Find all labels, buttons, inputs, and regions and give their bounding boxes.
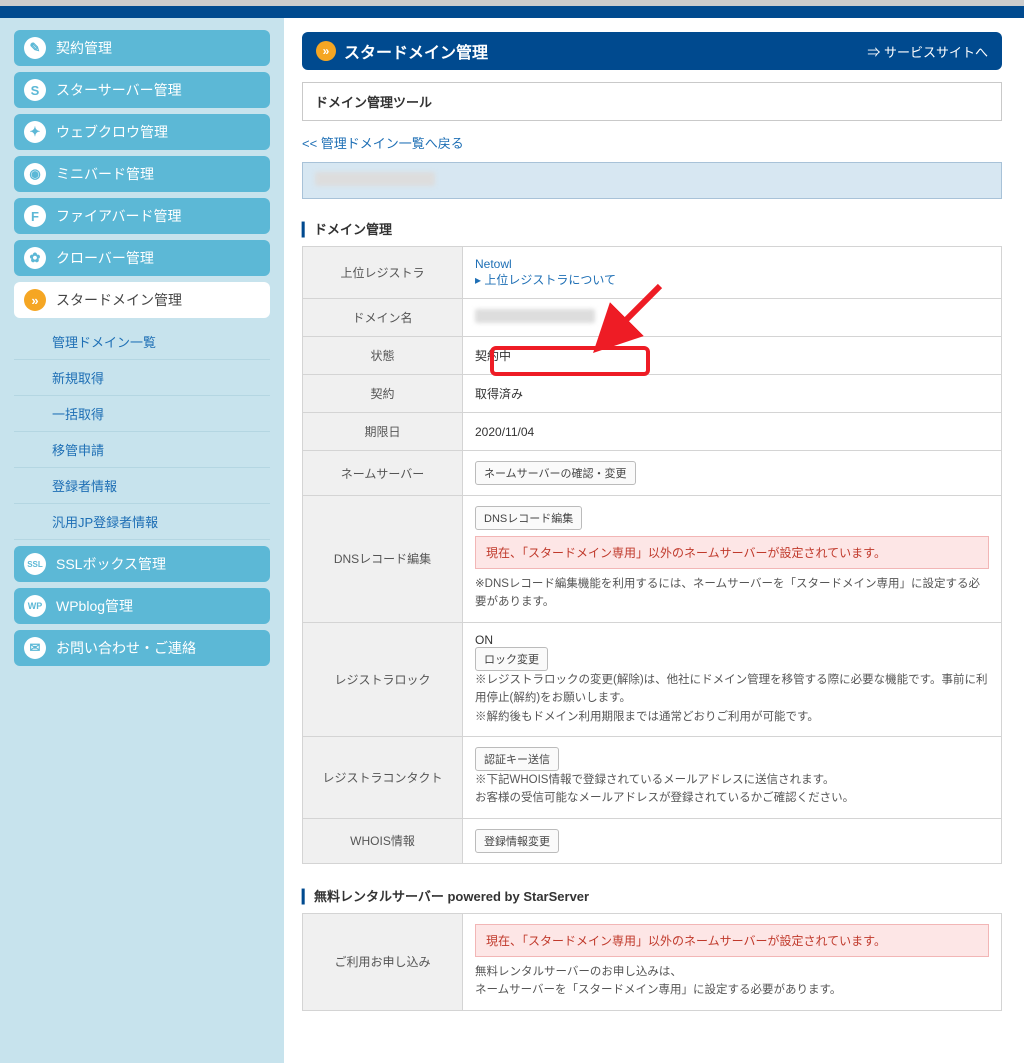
row-label: 上位レジストラ	[303, 247, 463, 299]
current-domain-box	[302, 162, 1002, 199]
pencil-icon: ✎	[24, 37, 46, 59]
row-label: 契約	[303, 375, 463, 413]
row-label: ネームサーバー	[303, 451, 463, 496]
f-icon: F	[24, 205, 46, 227]
registrar-value: Netowl	[475, 257, 512, 271]
sub-domain-list[interactable]: 管理ドメイン一覧	[14, 324, 270, 360]
row-label: レジストラコンタクト	[303, 736, 463, 818]
free-server-table: ご利用お申し込み 現在、「スタードメイン専用」以外のネームサーバーが設定されてい…	[302, 913, 1002, 1011]
sidebar-item-label: WPblog管理	[56, 596, 133, 616]
sidebar-item-label: 契約管理	[56, 38, 112, 58]
lock-status: ON	[475, 633, 989, 647]
sub-jp-registrant[interactable]: 汎用JP登録者情報	[14, 504, 270, 540]
sub-bulk[interactable]: 一括取得	[14, 396, 270, 432]
sidebar-item-firebird[interactable]: F ファイアバード管理	[14, 198, 270, 234]
domain-info-table: 上位レジストラ Netowl ▸ 上位レジストラについて ドメイン名 状態 契約中…	[302, 246, 1002, 864]
free-note: 無料レンタルサーバーのお申し込みは、 ネームサーバーを「スタードメイン専用」に設…	[475, 963, 989, 1000]
sidebar: ✎ 契約管理 S スターサーバー管理 ✦ ウェブクロウ管理 ◉ ミニバード管理 F ファイ…	[0, 18, 284, 1063]
arrow-icon: »	[24, 289, 46, 311]
row-label: 状態	[303, 337, 463, 375]
mail-icon: ✉	[24, 637, 46, 659]
sub-registrant[interactable]: 登録者情報	[14, 468, 270, 504]
row-label: ご利用お申し込み	[303, 913, 463, 1010]
status-value: 契約中	[463, 337, 1002, 375]
row-label: 期限日	[303, 413, 463, 451]
contact-note-2: お客様の受信可能なメールアドレスが登録されているかご確認ください。	[475, 789, 989, 807]
dns-warning: 現在、「スタードメイン専用」以外のネームサーバーが設定されています。	[475, 536, 989, 569]
page-header: » スタードメイン管理 ⇒ サービスサイトへ	[302, 32, 1002, 70]
s-icon: S	[24, 79, 46, 101]
registrar-about-link[interactable]: ▸ 上位レジストラについて	[475, 273, 616, 287]
redacted-domain-name	[475, 309, 595, 323]
sidebar-item-label: お問い合わせ・ご連絡	[56, 638, 196, 658]
wp-icon: WP	[24, 595, 46, 617]
expire-value: 2020/11/04	[463, 413, 1002, 451]
service-site-link[interactable]: ⇒ サービスサイトへ	[867, 42, 988, 61]
sidebar-item-starserver[interactable]: S スターサーバー管理	[14, 72, 270, 108]
sidebar-item-minibird[interactable]: ◉ ミニバード管理	[14, 156, 270, 192]
dns-note: ※DNSレコード編集機能を利用するには、ネームサーバーを「スタードメイン専用」に…	[475, 575, 989, 612]
row-label: レジストラロック	[303, 622, 463, 736]
page-title: スタードメイン管理	[344, 39, 488, 63]
section-domain-mgmt: ドメイン管理	[302, 219, 1002, 238]
sidebar-item-label: ミニバード管理	[56, 164, 154, 184]
ssl-icon: SSL	[24, 553, 46, 575]
back-link[interactable]: << 管理ドメイン一覧へ戻る	[302, 133, 464, 152]
row-label: ドメイン名	[303, 299, 463, 337]
contract-value: 取得済み	[463, 375, 1002, 413]
redacted-domain	[315, 172, 435, 186]
sidebar-item-wpblog[interactable]: WP WPblog管理	[14, 588, 270, 624]
sidebar-item-label: スターサーバー管理	[56, 80, 182, 100]
sidebar-sublist: 管理ドメイン一覧 新規取得 一括取得 移管申請 登録者情報 汎用JP登録者情報	[14, 324, 270, 540]
clover-icon: ✿	[24, 247, 46, 269]
sidebar-item-sslbox[interactable]: SSL SSLボックス管理	[14, 546, 270, 582]
arrow-icon: »	[316, 41, 336, 61]
sidebar-item-label: クローバー管理	[56, 248, 154, 268]
sidebar-item-label: スタードメイン管理	[56, 290, 182, 310]
sidebar-item-contract[interactable]: ✎ 契約管理	[14, 30, 270, 66]
sub-transfer[interactable]: 移管申請	[14, 432, 270, 468]
sub-new[interactable]: 新規取得	[14, 360, 270, 396]
sidebar-item-webcrow[interactable]: ✦ ウェブクロウ管理	[14, 114, 270, 150]
lock-note-1: ※レジストラロックの変更(解除)は、他社にドメイン管理を移管する際に必要な機能で…	[475, 671, 989, 708]
row-label: DNSレコード編集	[303, 496, 463, 623]
row-label: WHOIS情報	[303, 818, 463, 863]
contact-note-1: ※下記WHOIS情報で登録されているメールアドレスに送信されます。	[475, 771, 989, 789]
authkey-send-button[interactable]: 認証キー送信	[475, 747, 559, 771]
sidebar-item-clover[interactable]: ✿ クローバー管理	[14, 240, 270, 276]
nameserver-change-button[interactable]: ネームサーバーの確認・変更	[475, 461, 636, 485]
main-content: » スタードメイン管理 ⇒ サービスサイトへ ドメイン管理ツール << 管理ドメイ…	[284, 18, 1024, 1063]
target-icon: ◉	[24, 163, 46, 185]
sidebar-item-label: ファイアバード管理	[56, 206, 181, 226]
lock-note-2: ※解約後もドメイン利用期限までは通常どおりご利用が可能です。	[475, 708, 989, 726]
free-warning: 現在、「スタードメイン専用」以外のネームサーバーが設定されています。	[475, 924, 989, 957]
sidebar-item-label: SSLボックス管理	[56, 554, 166, 574]
whois-change-button[interactable]: 登録情報変更	[475, 829, 559, 853]
top-blue-bar	[0, 6, 1024, 18]
sidebar-item-label: ウェブクロウ管理	[56, 122, 168, 142]
section-free-server: 無料レンタルサーバー powered by StarServer	[302, 886, 1002, 905]
lock-change-button[interactable]: ロック変更	[475, 647, 548, 671]
dns-edit-button[interactable]: DNSレコード編集	[475, 506, 582, 530]
sidebar-item-stardomain[interactable]: » スタードメイン管理	[14, 282, 270, 318]
sidebar-item-contact[interactable]: ✉ お問い合わせ・ご連絡	[14, 630, 270, 666]
sparkle-icon: ✦	[24, 121, 46, 143]
tool-title: ドメイン管理ツール	[302, 82, 1002, 121]
